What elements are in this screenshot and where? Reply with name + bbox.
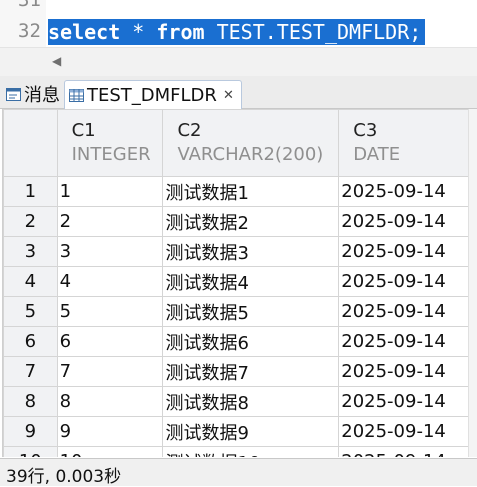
result-table: C1 INTEGER C2 VARCHAR2(200) C3 DATE 1 1 …: [3, 109, 469, 457]
table-row[interactable]: 4 4 测试数据4 2025-09-14: [3, 266, 469, 297]
table-row[interactable]: 10 10 测试数据10 2025-09-14: [3, 446, 469, 457]
cell-c3[interactable]: 2025-09-14: [338, 416, 469, 447]
cell-c2[interactable]: 测试数据2: [162, 206, 340, 237]
sql-text: *: [120, 20, 157, 44]
scroll-left-arrow-icon[interactable]: ◀: [52, 54, 61, 68]
table-row[interactable]: 3 3 测试数据3 2025-09-14: [3, 236, 469, 267]
sql-editor[interactable]: 31 32 select * from TEST.TEST_DMFLDR;: [0, 0, 477, 47]
console-icon: [6, 87, 21, 101]
cell-c3[interactable]: 2025-09-14: [338, 266, 469, 297]
selected-sql-statement[interactable]: select * from TEST.TEST_DMFLDR;: [48, 19, 426, 45]
column-type: VARCHAR2(200): [177, 144, 324, 165]
line-number: 31: [18, 0, 41, 11]
row-number[interactable]: 9: [3, 416, 58, 447]
cell-c2[interactable]: 测试数据1: [162, 176, 340, 207]
row-number[interactable]: 3: [3, 236, 58, 267]
cell-c3[interactable]: 2025-09-14: [338, 236, 469, 267]
cell-c1[interactable]: 7: [56, 356, 164, 387]
cell-c2[interactable]: 测试数据4: [162, 266, 340, 297]
table-row[interactable]: 6 6 测试数据6 2025-09-14: [3, 326, 469, 357]
close-tab-icon[interactable]: ✕: [223, 88, 234, 103]
cell-c1[interactable]: 10: [56, 446, 164, 457]
tab-test-dmfldr[interactable]: TEST_DMFLDR ✕: [64, 80, 242, 109]
cell-c2[interactable]: 测试数据3: [162, 236, 340, 267]
cell-c1[interactable]: 4: [56, 266, 164, 297]
editor-line-31[interactable]: 31: [0, 0, 477, 14]
table-row[interactable]: 9 9 测试数据9 2025-09-14: [3, 416, 469, 447]
cell-c3[interactable]: 2025-09-14: [338, 206, 469, 237]
column-header-c3[interactable]: C3 DATE: [338, 109, 469, 177]
cell-c1[interactable]: 3: [56, 236, 164, 267]
column-name: C1: [71, 120, 96, 141]
cell-c3[interactable]: 2025-09-14: [338, 446, 469, 457]
status-text: 39行, 0.003秒: [6, 467, 122, 487]
sql-keyword-from: from: [156, 20, 205, 44]
row-number[interactable]: 8: [3, 386, 58, 417]
column-type: DATE: [353, 144, 401, 165]
table-row[interactable]: 2 2 测试数据2 2025-09-14: [3, 206, 469, 237]
column-header-c1[interactable]: C1 INTEGER: [56, 109, 164, 177]
header-row: C1 INTEGER C2 VARCHAR2(200) C3 DATE: [3, 109, 469, 177]
cell-c1[interactable]: 5: [56, 296, 164, 327]
cell-c3[interactable]: 2025-09-14: [338, 326, 469, 357]
sql-keyword-select: select: [48, 20, 121, 44]
tab-label: TEST_DMFLDR: [87, 84, 217, 106]
cell-c1[interactable]: 9: [56, 416, 164, 447]
row-number[interactable]: 5: [3, 296, 58, 327]
cell-c2[interactable]: 测试数据10: [162, 446, 340, 457]
row-number[interactable]: 4: [3, 266, 58, 297]
status-bar: 39行, 0.003秒: [0, 458, 477, 487]
cell-c1[interactable]: 2: [56, 206, 164, 237]
cell-c2[interactable]: 测试数据9: [162, 416, 340, 447]
cell-c2[interactable]: 测试数据7: [162, 356, 340, 387]
tab-messages[interactable]: 消息: [2, 80, 62, 108]
column-name: C2: [177, 120, 202, 141]
result-tab-bar: 消息 TEST_DMFLDR ✕: [0, 76, 477, 109]
editor-line-32[interactable]: 32 select * from TEST.TEST_DMFLDR;: [0, 17, 477, 45]
tab-label: 消息: [24, 85, 60, 106]
cell-c1[interactable]: 8: [56, 386, 164, 417]
grid-vertical-scrollbar[interactable]: [468, 109, 477, 457]
result-grid[interactable]: C1 INTEGER C2 VARCHAR2(200) C3 DATE 1 1 …: [2, 109, 469, 457]
row-number[interactable]: 2: [3, 206, 58, 237]
table-row[interactable]: 7 7 测试数据7 2025-09-14: [3, 356, 469, 387]
cell-c3[interactable]: 2025-09-14: [338, 296, 469, 327]
cell-c3[interactable]: 2025-09-14: [338, 356, 469, 387]
cell-c3[interactable]: 2025-09-14: [338, 386, 469, 417]
cell-c2[interactable]: 测试数据5: [162, 296, 340, 327]
table-grid-icon: [69, 88, 84, 102]
column-header-c2[interactable]: C2 VARCHAR2(200): [162, 109, 340, 177]
cell-c1[interactable]: 6: [56, 326, 164, 357]
column-type: INTEGER: [71, 144, 151, 165]
editor-horizontal-scrollbar[interactable]: ◀: [0, 47, 477, 76]
table-row[interactable]: 8 8 测试数据8 2025-09-14: [3, 386, 469, 417]
table-row[interactable]: 1 1 测试数据1 2025-09-14: [3, 176, 469, 207]
sql-table-name: TEST.TEST_DMFLDR;: [204, 20, 422, 44]
cell-c1[interactable]: 1: [56, 176, 164, 207]
column-name: C3: [353, 120, 378, 141]
cell-c3[interactable]: 2025-09-14: [338, 176, 469, 207]
row-number-header[interactable]: [3, 109, 58, 177]
table-row[interactable]: 5 5 测试数据5 2025-09-14: [3, 296, 469, 327]
line-number: 32: [18, 20, 41, 42]
row-number[interactable]: 7: [3, 356, 58, 387]
row-number[interactable]: 10: [3, 446, 58, 457]
row-number[interactable]: 1: [3, 176, 58, 207]
cell-c2[interactable]: 测试数据6: [162, 326, 340, 357]
cell-c2[interactable]: 测试数据8: [162, 386, 340, 417]
row-number[interactable]: 6: [3, 326, 58, 357]
